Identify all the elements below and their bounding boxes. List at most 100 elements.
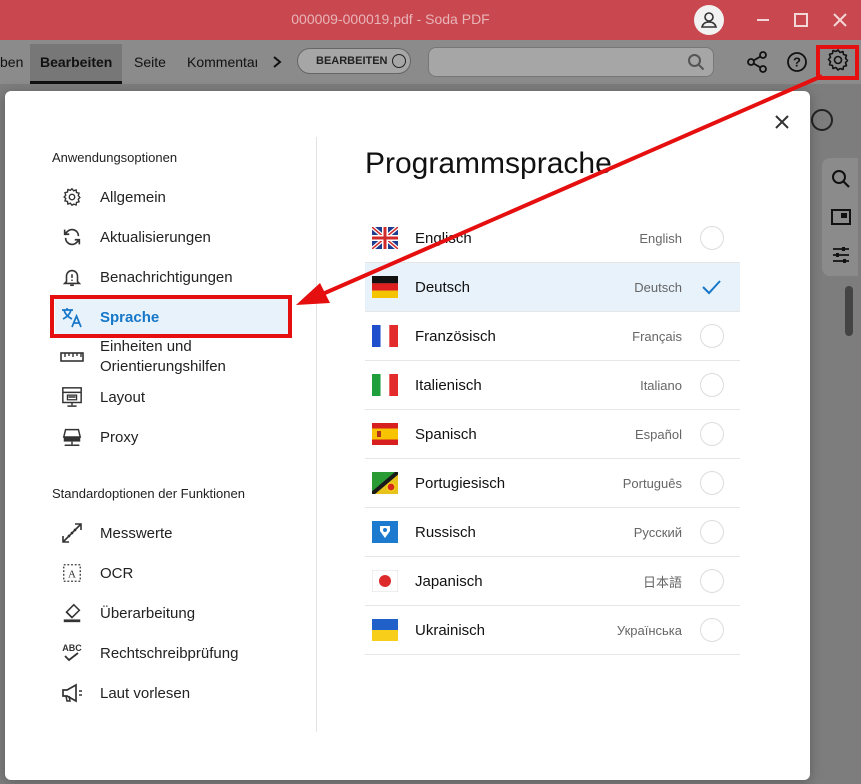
nav-item-label: Laut vorlesen (100, 684, 191, 702)
settings-gear-icon (826, 48, 850, 77)
search-panel-icon[interactable] (830, 168, 852, 190)
language-radio[interactable] (700, 618, 724, 642)
japanese-flag-icon (372, 570, 398, 592)
close-dialog-button[interactable] (768, 108, 796, 136)
tab-seite[interactable]: Seite (134, 44, 166, 84)
language-row-englisch[interactable]: Englisch English (365, 214, 740, 263)
ukrainian-flag-icon (372, 619, 398, 641)
language-native: Italiano (640, 377, 682, 393)
tab-partial[interactable]: ben (0, 44, 23, 84)
language-row-russisch[interactable]: Russisch Русский (365, 508, 740, 557)
language-radio[interactable] (700, 373, 724, 397)
maximize-button[interactable] (782, 0, 820, 40)
italian-flag-icon (372, 374, 398, 396)
minimize-button[interactable] (744, 0, 782, 40)
svg-text:A: A (68, 569, 76, 581)
scrollbar-thumb[interactable] (845, 286, 853, 336)
spellcheck-icon: ABC (60, 641, 84, 665)
language-row-portugiesisch[interactable]: Portugiesisch Português (365, 459, 740, 508)
edit-mode-toggle[interactable]: BEARBEITEN (297, 48, 411, 74)
language-radio[interactable] (700, 569, 724, 593)
language-name: Französisch (415, 327, 496, 345)
tab-kommentar[interactable]: Kommentar (187, 44, 257, 84)
language-radio[interactable] (700, 520, 724, 544)
spanish-flag-icon (372, 423, 398, 445)
language-radio[interactable] (700, 226, 724, 250)
tab-bearbeiten[interactable]: Bearbeiten (30, 44, 123, 84)
nav-item-rechtschreibpruefung[interactable]: ABC Rechtschreibprüfung (55, 634, 288, 672)
checkmark-icon (700, 276, 722, 303)
french-flag-icon (372, 325, 398, 347)
language-native: Español (635, 426, 682, 442)
nav-item-ueberarbeitung[interactable]: Überarbeitung (55, 594, 288, 632)
svg-text:?: ? (793, 55, 801, 70)
proxy-icon (60, 425, 84, 449)
language-native: 日本語 (642, 574, 682, 590)
uk-flag-icon (372, 227, 398, 249)
help-icon[interactable]: ? (785, 50, 809, 74)
language-native: Português (622, 475, 682, 491)
language-row-ukrainisch[interactable]: Ukrainisch Українська (365, 606, 740, 655)
language-radio[interactable] (700, 324, 724, 348)
nav-item-label: Allgemein (100, 188, 166, 206)
nav-item-label: Überarbeitung (100, 604, 196, 622)
thumbnail-panel-icon[interactable] (830, 206, 852, 228)
nav-item-layout[interactable]: Layout (55, 378, 288, 416)
right-side-panel (822, 158, 858, 276)
eraser-icon (60, 601, 84, 625)
search-input[interactable] (428, 47, 714, 77)
close-window-button[interactable] (821, 0, 859, 40)
language-radio[interactable] (700, 422, 724, 446)
gear-icon (60, 185, 84, 209)
nav-item-benachrichtigungen[interactable]: Benachrichtigungen (55, 258, 288, 296)
sync-icon (60, 225, 84, 249)
language-name: Russisch (415, 523, 476, 541)
nav-item-allgemein[interactable]: Allgemein (55, 178, 288, 216)
add-icon[interactable] (811, 109, 833, 131)
portuguese-flag-icon (372, 472, 398, 494)
section-heading-features: Standardoptionen der Funktionen (52, 486, 245, 501)
nav-item-ocr[interactable]: A OCR (55, 554, 288, 592)
language-native: Українська (616, 622, 682, 638)
nav-item-aktualisierungen[interactable]: Aktualisierungen (55, 218, 288, 256)
nav-item-label: Aktualisierungen (100, 228, 211, 246)
svg-text:ABC: ABC (62, 643, 82, 653)
settings-button[interactable] (816, 45, 859, 80)
language-row-franzoesisch[interactable]: Französisch Français (365, 312, 740, 361)
nav-item-laut-vorlesen[interactable]: Laut vorlesen (55, 674, 288, 712)
language-name: Ukrainisch (415, 621, 486, 639)
nav-item-label: Messwerte (100, 524, 173, 542)
share-icon[interactable] (745, 50, 769, 74)
german-flag-icon (372, 276, 398, 298)
measure-icon (60, 521, 84, 545)
language-name: Spanisch (415, 425, 477, 443)
ocr-icon: A (60, 561, 84, 585)
nav-item-label: Rechtschreibprüfung (100, 644, 239, 662)
language-list: Englisch English Deutsch Deutsch Französ… (365, 214, 740, 655)
chevron-right-icon[interactable] (265, 50, 289, 74)
language-name: Italienisch (415, 376, 482, 394)
nav-item-label: Proxy (100, 428, 139, 446)
nav-item-label: Layout (100, 388, 146, 406)
language-native: English (639, 230, 682, 246)
russian-flag-icon (372, 521, 398, 543)
bell-icon (60, 265, 84, 289)
page-title: Programmsprache (365, 147, 612, 180)
language-name: Deutsch (415, 278, 471, 296)
language-row-japanisch[interactable]: Japanisch 日本語 (365, 557, 740, 606)
title-bar: 000009-000019.pdf - Soda PDF (0, 0, 861, 40)
nav-item-einheiten[interactable]: Einheiten und Orientierungshilfen (55, 337, 288, 377)
nav-item-label: Einheiten und Orientierungshilfen (100, 338, 226, 375)
user-account-icon[interactable] (694, 5, 724, 35)
language-row-italienisch[interactable]: Italienisch Italiano (365, 361, 740, 410)
language-row-spanisch[interactable]: Spanisch Español (365, 410, 740, 459)
edit-mode-label: BEARBEITEN (316, 55, 388, 67)
nav-item-proxy[interactable]: Proxy (55, 418, 288, 456)
toggle-knob-icon (391, 54, 406, 68)
adjustments-icon[interactable] (830, 244, 852, 266)
language-radio[interactable] (700, 471, 724, 495)
nav-item-label: OCR (100, 564, 134, 582)
language-row-deutsch[interactable]: Deutsch Deutsch (365, 263, 740, 312)
settings-dialog: Anwendungsoptionen Allgemein Aktualisier… (5, 91, 810, 780)
nav-item-messwerte[interactable]: Messwerte (55, 514, 288, 552)
